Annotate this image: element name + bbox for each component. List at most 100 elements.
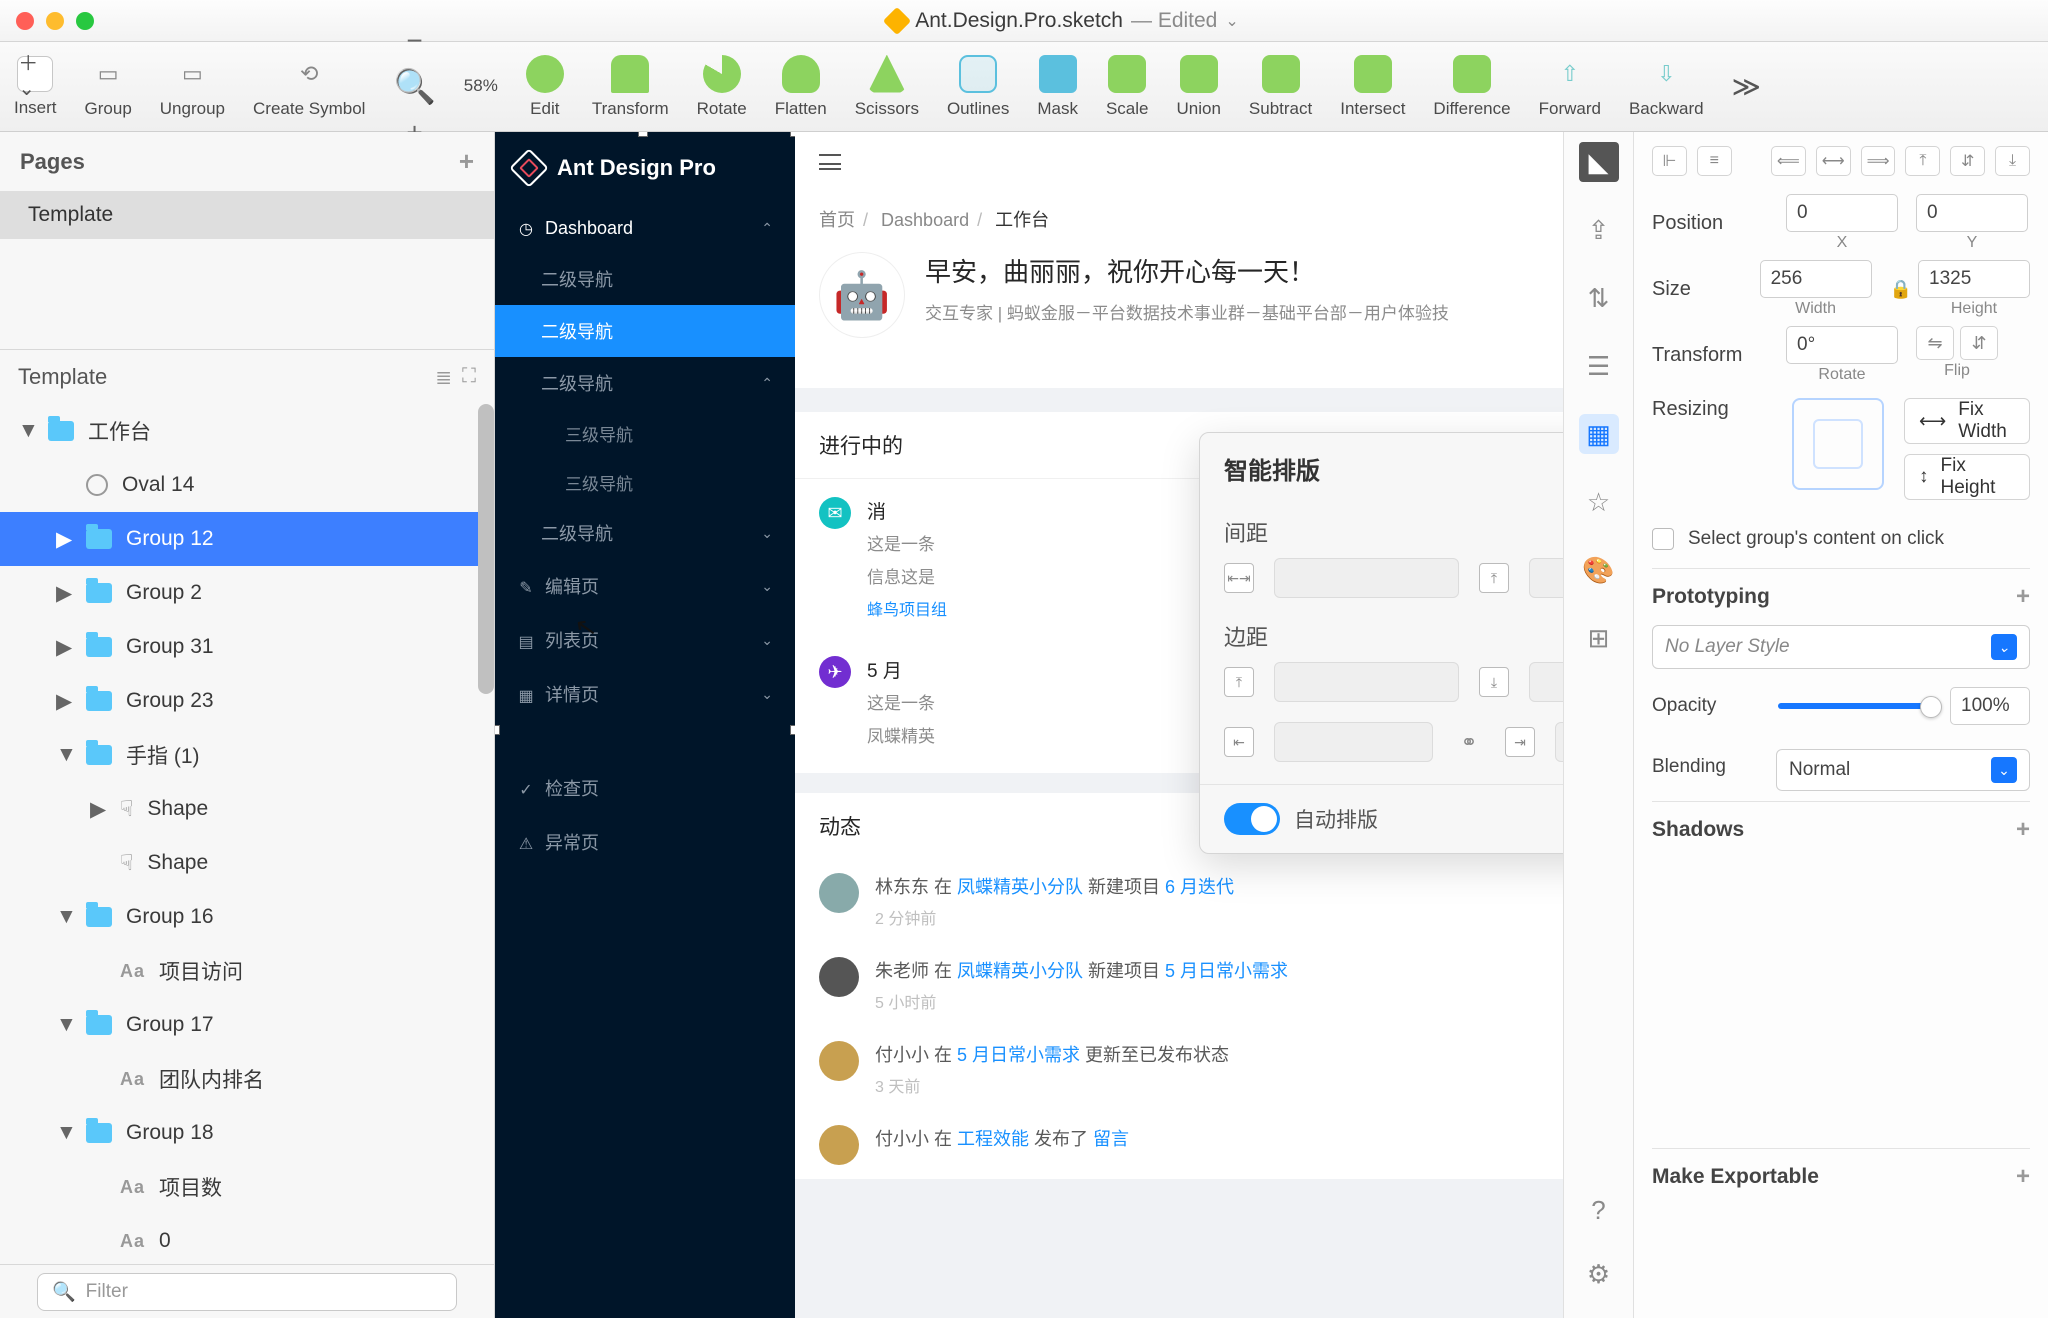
nav-detail-page[interactable]: ▦详情页 ⌄	[495, 667, 795, 721]
selection-handle[interactable]	[495, 725, 500, 735]
filter-input[interactable]: 🔍 Filter	[37, 1273, 457, 1311]
nav-check-page[interactable]: ✓检查页	[495, 761, 795, 815]
palette-icon[interactable]: 🎨	[1579, 550, 1619, 590]
layer-row[interactable]: ▼工作台	[0, 404, 494, 458]
hamburger-icon[interactable]	[819, 154, 841, 170]
add-prototyping-button[interactable]: +	[2016, 583, 2030, 611]
difference-button[interactable]: Difference	[1433, 55, 1510, 119]
nav-level3[interactable]: 三级导航	[495, 458, 795, 507]
inspect-tool-icon[interactable]: ◣	[1579, 142, 1619, 182]
disclosure-triangle-icon[interactable]: ▶	[56, 635, 72, 660]
align-vcenter-button[interactable]: ⇵	[1950, 146, 1985, 176]
disclosure-triangle-icon[interactable]: ▶	[56, 689, 72, 714]
ungroup-button[interactable]: ▭Ungroup	[160, 55, 225, 119]
outlines-button[interactable]: Outlines	[947, 55, 1009, 119]
activity-link[interactable]: 5 月日常小需求	[1165, 961, 1288, 981]
layer-row[interactable]: ▶Group 31	[0, 620, 494, 674]
fix-width-button[interactable]: ⟷Fix Width	[1904, 398, 2030, 444]
width-input[interactable]: 256	[1760, 260, 1872, 298]
intersect-button[interactable]: Intersect	[1340, 55, 1405, 119]
activity-link[interactable]: 工程效能	[957, 1129, 1029, 1149]
zoom-window-button[interactable]	[76, 12, 94, 30]
align-bottom-button[interactable]: ⤓	[1995, 146, 2030, 176]
disclosure-triangle-icon[interactable]: ▼	[56, 743, 72, 767]
lock-aspect-icon[interactable]: 🔒	[1890, 279, 1912, 300]
disclosure-triangle-icon[interactable]: ▼	[56, 1013, 72, 1037]
v-spacing-input[interactable]	[1529, 558, 1563, 598]
activity-link[interactable]: 留言	[1093, 1129, 1129, 1149]
nav-level2[interactable]: 二级导航	[495, 253, 795, 305]
opacity-input[interactable]: 100%	[1950, 687, 2030, 725]
flip-h-button[interactable]: ⇋	[1916, 326, 1954, 360]
align-right-button[interactable]: ⟹	[1861, 146, 1896, 176]
fix-height-button[interactable]: ↕Fix Height	[1904, 454, 2030, 500]
backward-button[interactable]: ⇩Backward	[1629, 55, 1704, 119]
resizing-control[interactable]	[1792, 398, 1884, 490]
disclosure-triangle-icon[interactable]: ▶	[90, 797, 106, 822]
grid-view-icon[interactable]: ⛶	[462, 365, 476, 390]
zoom-control[interactable]: − 🔍 +	[393, 25, 435, 149]
subtract-button[interactable]: Subtract	[1249, 55, 1312, 119]
activity-link[interactable]: 凤蝶精英小分队	[957, 877, 1083, 897]
settings-icon[interactable]: ⚙	[1579, 1254, 1619, 1294]
crumb-home[interactable]: 首页	[819, 210, 855, 230]
nav-level2[interactable]: 二级导航 ⌄	[495, 507, 795, 559]
layer-row[interactable]: ▶Group 2	[0, 566, 494, 620]
checkbox[interactable]	[1652, 528, 1674, 550]
add-export-button[interactable]: +	[2016, 1163, 2030, 1191]
nav-dashboard[interactable]: ◷Dashboard ⌃	[495, 204, 795, 253]
help-icon[interactable]: ?	[1579, 1190, 1619, 1230]
scrollbar[interactable]	[478, 404, 494, 694]
add-page-button[interactable]: +	[459, 146, 474, 177]
nav-level3[interactable]: 三级导航	[495, 409, 795, 458]
layer-row[interactable]: ▼Group 18	[0, 1106, 494, 1160]
crumb-dashboard[interactable]: Dashboard	[881, 210, 969, 230]
close-window-button[interactable]	[16, 12, 34, 30]
position-y-input[interactable]: 0	[1916, 194, 2028, 232]
insert-button[interactable]: ＋ ⌄ Insert	[14, 56, 57, 118]
star-icon[interactable]: ☆	[1579, 482, 1619, 522]
list-view-icon[interactable]: ≣	[435, 365, 452, 390]
nav-error-page[interactable]: ⚠异常页	[495, 815, 795, 869]
margin-left-input[interactable]	[1274, 722, 1433, 762]
blending-select[interactable]: Normal ⌄	[1776, 749, 2030, 791]
select-content-checkbox-row[interactable]: Select group's content on click	[1652, 528, 2030, 550]
disclosure-triangle-icon[interactable]: ▼	[56, 1121, 72, 1145]
margin-right-input[interactable]	[1555, 722, 1563, 762]
margin-top-input[interactable]	[1274, 662, 1459, 702]
nav-level2-active[interactable]: 二级导航	[495, 305, 795, 357]
zoom-level[interactable]: 58%	[464, 76, 498, 96]
nav-list-page[interactable]: ▤列表页 ⌄	[495, 613, 795, 667]
layer-row[interactable]: ▶Group 12	[0, 512, 494, 566]
layer-row[interactable]: Aa团队内排名	[0, 1052, 494, 1106]
nav-level2-expand[interactable]: 二级导航 ⌃	[495, 357, 795, 409]
union-button[interactable]: Union	[1176, 55, 1220, 119]
align-left-button[interactable]: ⊩	[1652, 146, 1687, 176]
rotation-input[interactable]: 0°	[1786, 326, 1898, 364]
flatten-button[interactable]: Flatten	[775, 55, 827, 119]
activity-link[interactable]: 6 月迭代	[1165, 877, 1234, 897]
flip-v-button[interactable]: ⇵	[1960, 326, 1998, 360]
layer-row[interactable]: Aa项目访问	[0, 944, 494, 998]
minimize-window-button[interactable]	[46, 12, 64, 30]
margin-bottom-input[interactable]	[1529, 662, 1563, 702]
transform-button[interactable]: Transform	[592, 55, 669, 119]
title-dropdown-icon[interactable]: ⌄	[1225, 11, 1238, 31]
create-symbol-button[interactable]: ⟲Create Symbol	[253, 55, 365, 119]
grid-icon[interactable]: ⊞	[1579, 618, 1619, 658]
align-top-button[interactable]: ⤒	[1905, 146, 1940, 176]
layer-row[interactable]: Oval 14	[0, 458, 494, 512]
forward-button[interactable]: ⇧Forward	[1539, 55, 1601, 119]
align-hcenter-button[interactable]: ⟷	[1816, 146, 1851, 176]
zoom-out-button[interactable]: −	[406, 25, 422, 57]
toolbar-overflow-button[interactable]: ≫	[1732, 70, 1761, 103]
export-icon[interactable]: ⇪	[1579, 210, 1619, 250]
layer-style-select[interactable]: No Layer Style ⌄	[1652, 625, 2030, 669]
align-center-button[interactable]: ≡	[1697, 146, 1732, 176]
edit-button[interactable]: Edit	[526, 55, 564, 119]
rotate-button[interactable]: Rotate	[697, 55, 747, 119]
layer-row[interactable]: ▼手指 (1)	[0, 728, 494, 782]
disclosure-triangle-icon[interactable]: ▼	[56, 905, 72, 929]
align-left-2-button[interactable]: ⟸	[1771, 146, 1806, 176]
list-icon[interactable]: ☰	[1579, 346, 1619, 386]
